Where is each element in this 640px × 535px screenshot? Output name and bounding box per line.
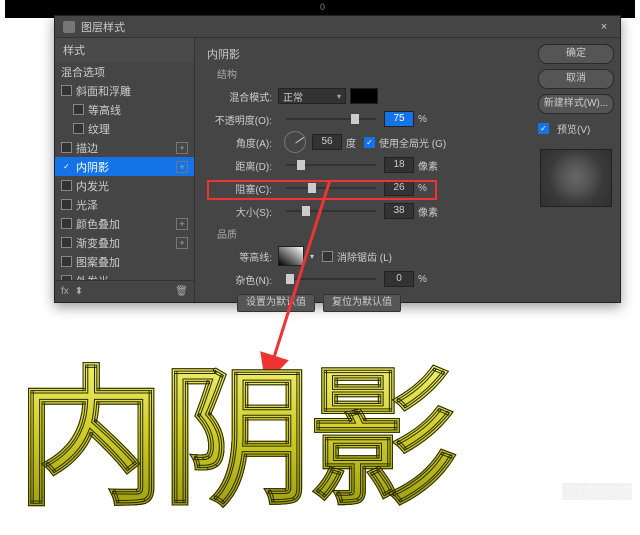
styles-header[interactable]: 样式 <box>55 38 194 62</box>
trash-icon[interactable]: 🗑 <box>175 286 188 297</box>
plus-icon[interactable]: + <box>176 218 188 230</box>
angle-dial[interactable] <box>284 131 306 153</box>
checkbox-icon[interactable] <box>73 123 84 134</box>
row-noise: 杂色(N): 0 % <box>207 270 520 288</box>
style-gradient-overlay[interactable]: 渐变叠加+ <box>55 233 194 252</box>
style-pattern-overlay[interactable]: 图案叠加 <box>55 252 194 271</box>
structure-subtitle: 结构 <box>217 66 520 81</box>
dialog-icon <box>63 21 75 33</box>
distance-input[interactable]: 18 <box>384 157 414 173</box>
size-input[interactable]: 38 <box>384 203 414 219</box>
row-size: 大小(S): 38 像素 <box>207 202 520 220</box>
row-contour: 等高线: ▾ 消除锯齿 (L) <box>207 247 520 265</box>
blend-mode-dropdown[interactable]: 正常 <box>278 88 346 104</box>
noise-input[interactable]: 0 <box>384 271 414 287</box>
checkbox-icon[interactable] <box>61 180 72 191</box>
checkbox-icon[interactable] <box>61 161 72 172</box>
checkbox-icon[interactable] <box>61 142 72 153</box>
plus-icon[interactable]: + <box>176 237 188 249</box>
style-contour[interactable]: 等高线 <box>55 100 194 119</box>
style-outer-glow[interactable]: 外发光 <box>55 271 194 280</box>
blending-options[interactable]: 混合选项 <box>55 62 194 81</box>
size-slider[interactable] <box>286 210 376 212</box>
section-title: 内阴影 <box>207 46 520 62</box>
dialog-title: 图层样式 <box>81 19 596 35</box>
style-satin[interactable]: 光泽 <box>55 195 194 214</box>
checkbox-icon[interactable] <box>61 85 72 96</box>
settings-panel: 内阴影 结构 混合模式: 正常 不透明度(O): 75 % 角度(A): 56 … <box>195 38 532 302</box>
style-inner-shadow[interactable]: 内阴影+ <box>55 157 194 176</box>
layer-style-dialog: 图层样式 × 样式 混合选项 斜面和浮雕 等高线 纹理 描边+ 内阴影+ 内发光… <box>54 15 621 303</box>
contour-dropdown-icon[interactable]: ▾ <box>310 252 314 261</box>
antialias-checkbox[interactable] <box>322 251 333 262</box>
ok-button[interactable]: 确定 <box>538 44 614 64</box>
distance-slider[interactable] <box>286 164 376 166</box>
row-blend-mode: 混合模式: 正常 <box>207 87 520 105</box>
style-texture[interactable]: 纹理 <box>55 119 194 138</box>
checkbox-icon[interactable] <box>61 237 72 248</box>
action-column: 确定 取消 新建样式(W)... 预览(V) <box>532 38 620 302</box>
style-preview <box>540 149 612 207</box>
opacity-slider[interactable] <box>286 118 376 120</box>
sidebar-footer: fx ⬍ 🗑 <box>55 280 194 302</box>
plus-icon[interactable]: + <box>176 161 188 173</box>
reset-default-button[interactable]: 复位为默认值 <box>323 294 401 312</box>
close-icon[interactable]: × <box>596 21 612 33</box>
cancel-button[interactable]: 取消 <box>538 69 614 89</box>
noise-slider[interactable] <box>286 278 376 280</box>
fx-icon[interactable]: fx <box>61 286 69 297</box>
row-distance: 距离(D): 18 像素 <box>207 156 520 174</box>
highlight-box <box>207 180 437 200</box>
dialog-titlebar[interactable]: 图层样式 × <box>55 16 620 38</box>
preview-checkbox[interactable] <box>538 123 549 134</box>
styles-sidebar: 样式 混合选项 斜面和浮雕 等高线 纹理 描边+ 内阴影+ 内发光 光泽 颜色叠… <box>55 38 195 302</box>
plus-icon[interactable]: + <box>176 142 188 154</box>
row-opacity: 不透明度(O): 75 % <box>207 110 520 128</box>
watermark: ∞ 悟空问答 <box>562 483 632 500</box>
new-style-button[interactable]: 新建样式(W)... <box>538 94 614 114</box>
quality-subtitle: 品质 <box>217 226 520 241</box>
effect-sample-text: 内阴影 <box>16 318 454 535</box>
style-inner-glow[interactable]: 内发光 <box>55 176 194 195</box>
style-color-overlay[interactable]: 颜色叠加+ <box>55 214 194 233</box>
angle-input[interactable]: 56 <box>312 134 342 150</box>
checkbox-icon[interactable] <box>61 218 72 229</box>
checkbox-icon[interactable] <box>61 199 72 210</box>
up-down-icon[interactable]: ⬍ <box>75 286 83 297</box>
watermark-logo-icon: ∞ <box>562 486 580 498</box>
style-bevel[interactable]: 斜面和浮雕 <box>55 81 194 100</box>
contour-picker[interactable] <box>278 246 304 266</box>
shadow-color-swatch[interactable] <box>350 88 378 104</box>
checkbox-icon[interactable] <box>61 256 72 267</box>
global-light-checkbox[interactable] <box>364 137 375 148</box>
checkbox-icon[interactable] <box>73 104 84 115</box>
row-angle: 角度(A): 56 度 使用全局光 (G) <box>207 133 520 151</box>
style-stroke[interactable]: 描边+ <box>55 138 194 157</box>
opacity-input[interactable]: 75 <box>384 111 414 127</box>
make-default-button[interactable]: 设置为默认值 <box>237 294 315 312</box>
